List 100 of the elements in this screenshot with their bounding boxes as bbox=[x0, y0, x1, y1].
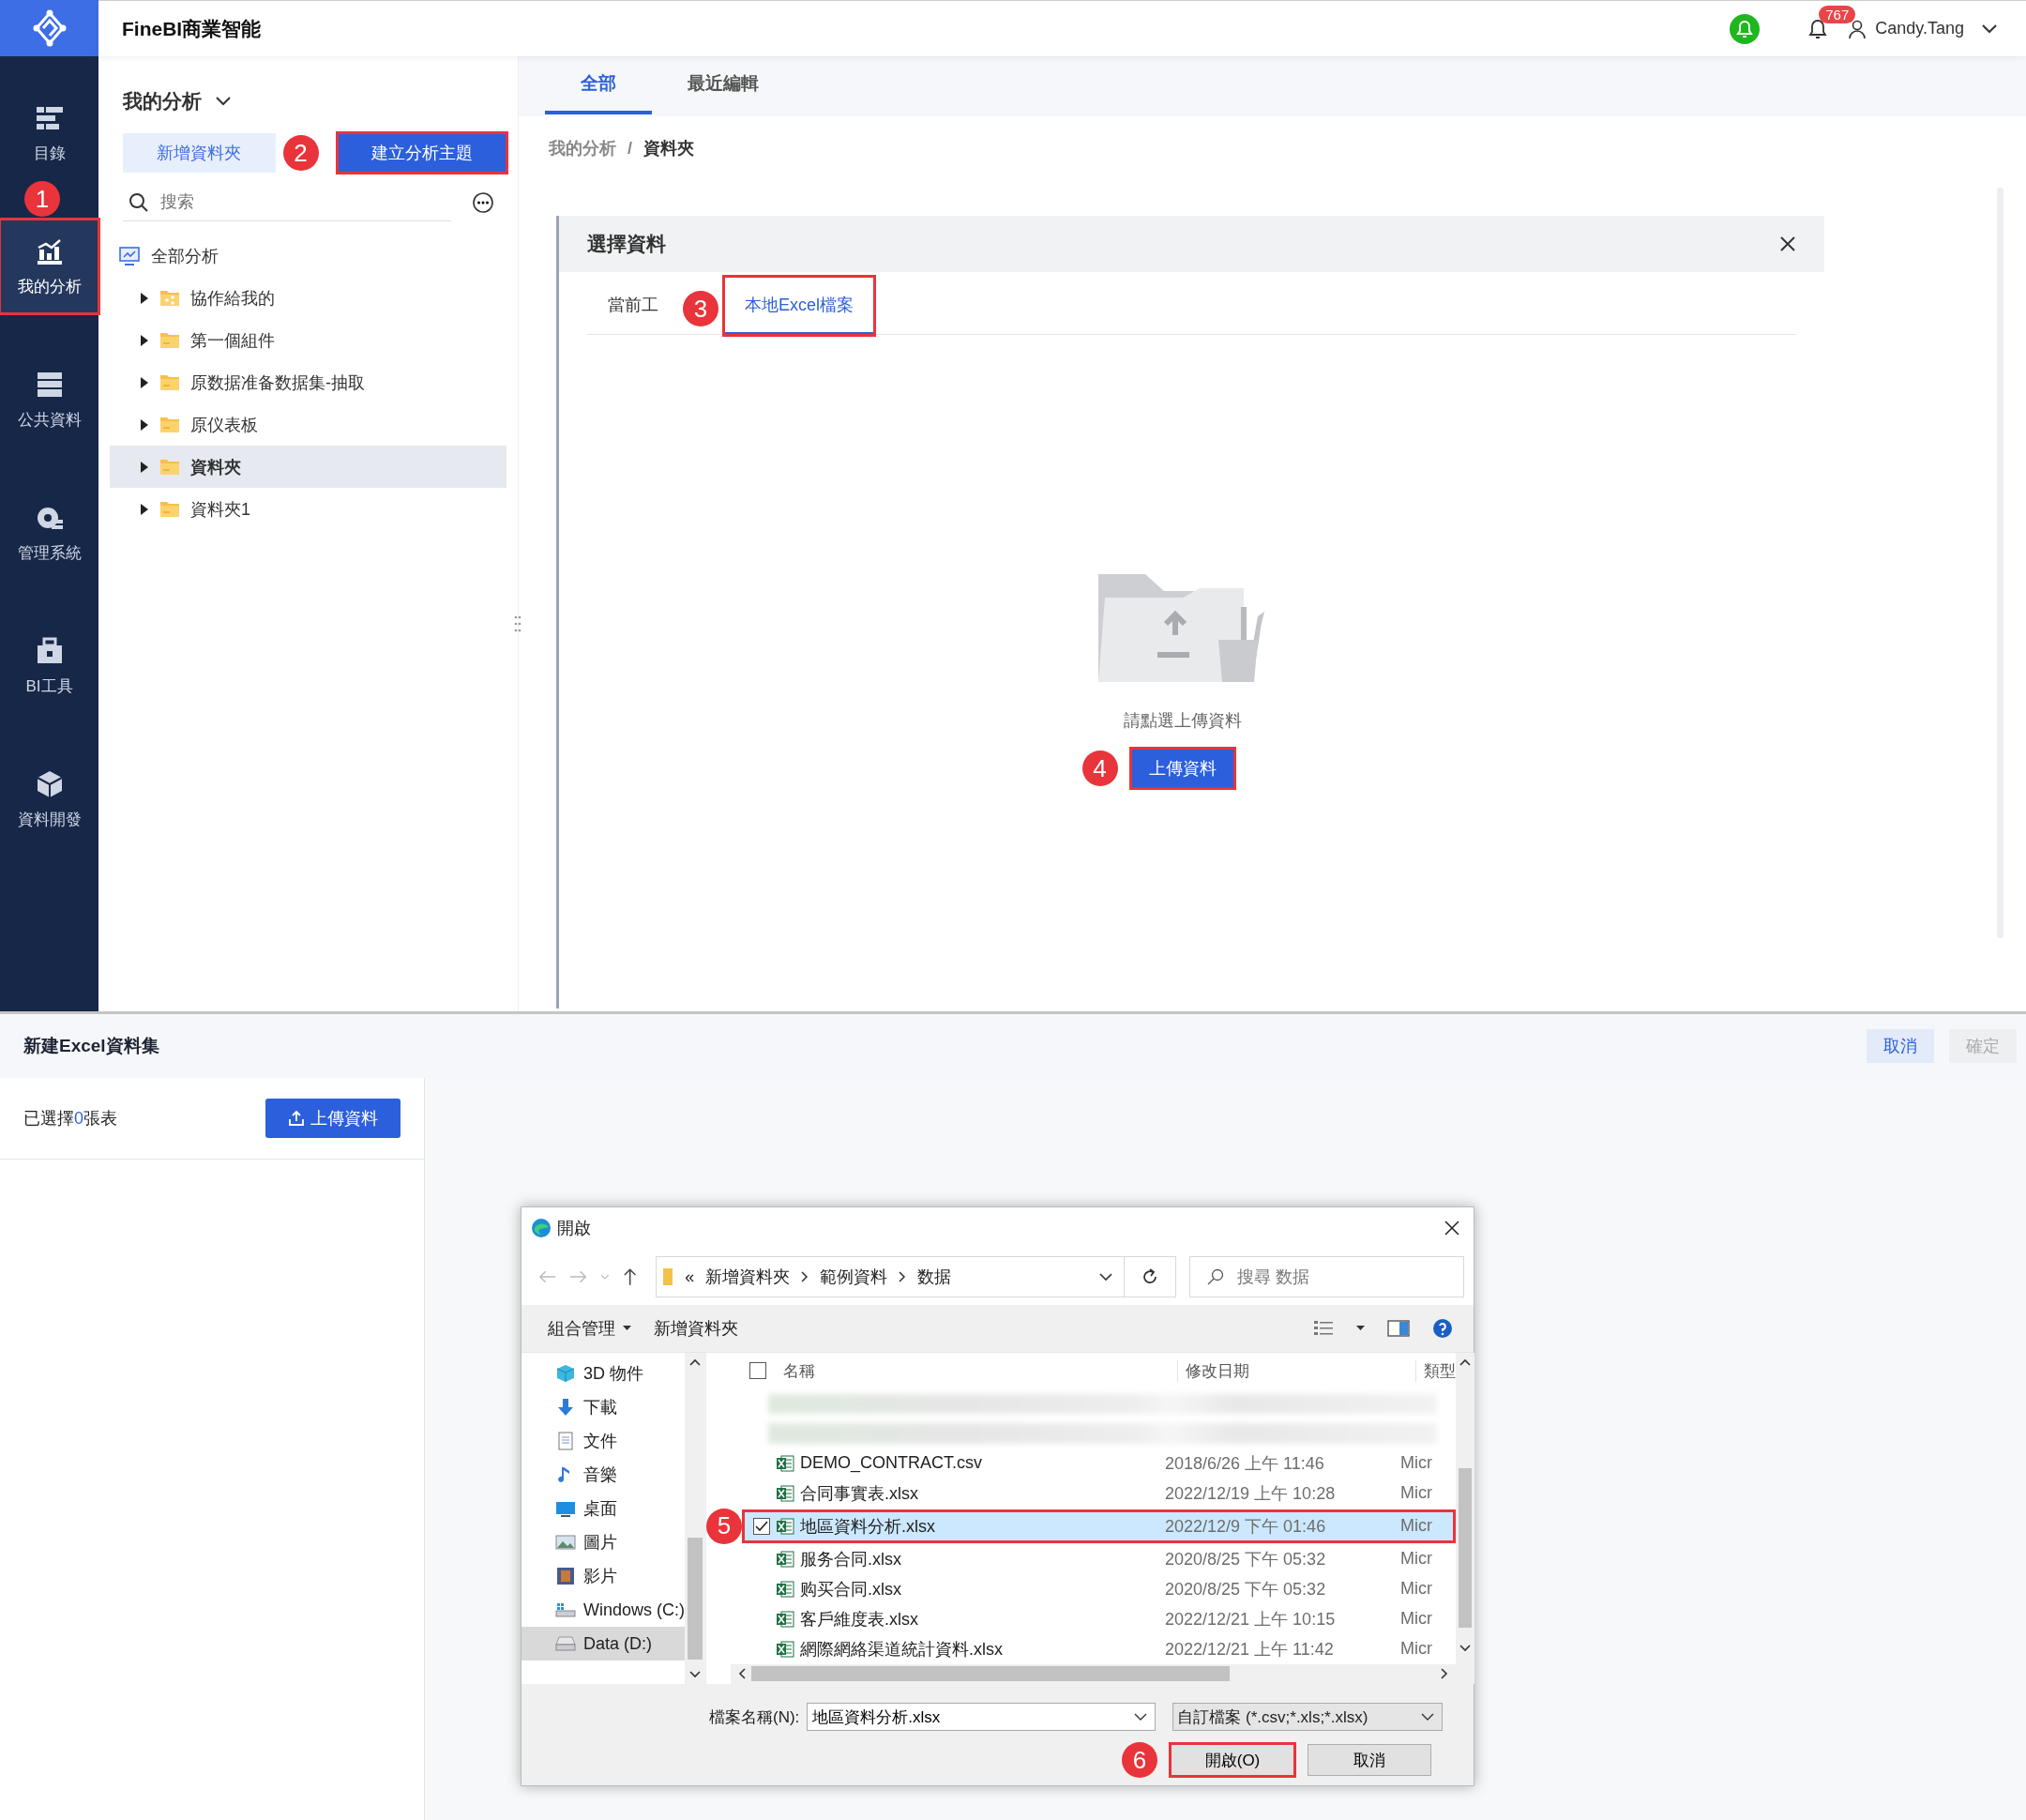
scroll-right-icon[interactable] bbox=[1441, 1668, 1448, 1680]
file-name-field[interactable]: 地區資料分析.xlsx bbox=[807, 1703, 1157, 1731]
upload-icon bbox=[288, 1110, 305, 1127]
file-type-dropdown[interactable]: 自訂檔案 (*.csv;*.xls;*.xlsx) bbox=[1172, 1703, 1444, 1731]
path-segment[interactable]: 新增資料夾 bbox=[705, 1266, 791, 1288]
nav-item[interactable]: 目錄 bbox=[0, 86, 98, 180]
user-name[interactable]: Candy.Tang bbox=[1875, 19, 1964, 38]
scroll-down-icon[interactable] bbox=[689, 1671, 701, 1678]
chevron-icon[interactable] bbox=[1981, 23, 1998, 35]
nav-item[interactable]: 影片 bbox=[522, 1559, 685, 1593]
preview-pane-icon[interactable] bbox=[1387, 1320, 1410, 1337]
download-arrow-icon bbox=[555, 1398, 576, 1417]
view-options-icon[interactable] bbox=[1313, 1319, 1334, 1338]
breadcrumb-link[interactable]: 我的分析 bbox=[549, 137, 616, 159]
drive-icon bbox=[555, 1600, 576, 1619]
path-segment[interactable]: 範例資料 bbox=[820, 1266, 888, 1288]
file-row[interactable]: DEMO_CONTRACT.csv 2018/6/26 上午 11:46 Micr bbox=[744, 1448, 1454, 1479]
organize-menu[interactable]: 組合管理 bbox=[548, 1317, 631, 1340]
nav-item[interactable]: 資料開發 bbox=[0, 752, 98, 846]
tab[interactable]: 當前工 bbox=[587, 277, 679, 335]
dialog-button[interactable]: 開啟(O) bbox=[1171, 1744, 1294, 1776]
dialog-button[interactable]: 取消 bbox=[1308, 1744, 1431, 1776]
nav-item[interactable]: 桌面 bbox=[522, 1492, 685, 1525]
tree-item[interactable]: 資料夾1 bbox=[110, 488, 506, 530]
file-row[interactable]: 網際網絡渠道統計資料.xlsx 2022/12/21 上午 11:42 Micr bbox=[744, 1633, 1454, 1664]
nav-item[interactable]: 3D 物件 bbox=[522, 1357, 685, 1390]
nav-item[interactable]: Data (D:) bbox=[522, 1627, 685, 1661]
tab[interactable]: 全部 bbox=[545, 56, 652, 114]
tree-item[interactable]: 資料夾 bbox=[110, 446, 506, 488]
tab[interactable]: 最近編輯 bbox=[652, 56, 794, 114]
expand-arrow-icon[interactable] bbox=[140, 461, 149, 473]
nav-item[interactable]: 圖片 bbox=[522, 1525, 685, 1559]
search-icon bbox=[129, 191, 149, 213]
expand-arrow-icon[interactable] bbox=[140, 503, 149, 515]
path-segment[interactable]: 数据 bbox=[917, 1266, 952, 1288]
file-name: 购买合同.xlsx bbox=[800, 1578, 902, 1600]
new-folder-button[interactable]: 新增資料夾 bbox=[123, 133, 276, 173]
expand-arrow-icon[interactable] bbox=[140, 334, 149, 346]
nav-item[interactable]: 文件 bbox=[522, 1424, 685, 1458]
tree-item[interactable]: 協作給我的 bbox=[110, 277, 506, 319]
file-name: 地區資料分析.xlsx bbox=[800, 1515, 936, 1538]
tree-item[interactable]: 原数据准备数据集-抽取 bbox=[110, 361, 506, 403]
up-arrow-icon[interactable] bbox=[622, 1267, 638, 1286]
nav-item[interactable]: Windows (C:) bbox=[522, 1593, 685, 1627]
spreadsheet-icon bbox=[776, 1516, 794, 1536]
nav-item[interactable]: BI工具 bbox=[0, 619, 98, 713]
tab[interactable]: 本地Excel檔案 bbox=[724, 277, 874, 335]
upload-button[interactable]: 上傳資料 bbox=[1130, 749, 1234, 788]
nav-item[interactable]: 我的分析 bbox=[0, 220, 98, 313]
tree-item[interactable]: 全部分析 bbox=[151, 244, 219, 267]
checkbox[interactable] bbox=[753, 1517, 770, 1535]
logo-icon[interactable] bbox=[0, 0, 98, 56]
nav-item[interactable]: 公共資料 bbox=[0, 353, 98, 447]
folder-icon bbox=[160, 374, 179, 390]
browser-icon bbox=[531, 1218, 552, 1238]
monitor-icon bbox=[119, 246, 140, 265]
caret-icon[interactable] bbox=[1356, 1326, 1365, 1331]
expand-arrow-icon[interactable] bbox=[140, 376, 149, 388]
action-button[interactable]: 取消 bbox=[1867, 1029, 1934, 1063]
upload-button[interactable]: 上傳資料 bbox=[265, 1099, 401, 1138]
chevron-icon[interactable] bbox=[215, 96, 232, 107]
chevron-icon bbox=[899, 1271, 907, 1282]
step-badge: 4 bbox=[1081, 751, 1118, 786]
file-date: 2022/12/19 上午 10:28 bbox=[1165, 1482, 1337, 1505]
more-icon[interactable] bbox=[472, 191, 494, 214]
expand-arrow-icon[interactable] bbox=[140, 292, 149, 304]
nav-item[interactable]: 音樂 bbox=[522, 1458, 685, 1492]
close-icon[interactable] bbox=[1444, 1220, 1460, 1236]
checkbox[interactable] bbox=[749, 1362, 766, 1380]
scroll-down-icon[interactable] bbox=[1459, 1645, 1471, 1652]
nav-item[interactable]: 管理系統 bbox=[0, 486, 98, 580]
expand-arrow-icon[interactable] bbox=[140, 418, 149, 431]
file-row[interactable]: 地區資料分析.xlsx 2022/12/9 下午 01:46 Micr bbox=[744, 1510, 1454, 1541]
help-icon[interactable] bbox=[1432, 1318, 1453, 1339]
column-header[interactable]: 名稱 bbox=[766, 1359, 1177, 1382]
file-name: 服务合同.xlsx bbox=[800, 1548, 902, 1570]
file-row[interactable]: 客戶維度表.xlsx 2022/12/21 上午 10:15 Micr bbox=[744, 1603, 1454, 1634]
file-row[interactable]: 购买合同.xlsx 2020/8/25 下午 05:32 Micr bbox=[744, 1573, 1454, 1604]
nav-item[interactable]: 下載 bbox=[522, 1390, 685, 1424]
file-type: Micr bbox=[1400, 1549, 1432, 1570]
panel-title[interactable]: 我的分析 bbox=[123, 88, 202, 114]
search-field[interactable]: 搜尋 数据 bbox=[1188, 1256, 1464, 1297]
file-row[interactable]: 服务合同.xlsx 2020/8/25 下午 05:32 Micr bbox=[744, 1543, 1454, 1574]
scroll-up-icon[interactable] bbox=[1459, 1358, 1471, 1366]
search-field[interactable]: 搜索 bbox=[159, 191, 425, 213]
folder-icon bbox=[662, 1267, 674, 1286]
toolbar-button[interactable]: 新增資料夾 bbox=[654, 1317, 738, 1340]
chevron-icon[interactable] bbox=[1098, 1272, 1112, 1282]
scroll-left-icon[interactable] bbox=[738, 1668, 746, 1680]
step-badge: 6 bbox=[1122, 1742, 1157, 1778]
file-row[interactable]: 合同事實表.xlsx 2022/12/19 上午 10:28 Micr bbox=[744, 1478, 1454, 1509]
column-header[interactable]: 修改日期 bbox=[1177, 1359, 1415, 1382]
resize-handle-icon[interactable] bbox=[514, 614, 522, 633]
tree-item[interactable]: 第一個組件 bbox=[110, 319, 506, 361]
scroll-up-icon[interactable] bbox=[689, 1358, 701, 1366]
create-topic-button[interactable]: 建立分析主題 bbox=[337, 133, 506, 173]
refresh-button[interactable] bbox=[1123, 1256, 1176, 1297]
close-icon[interactable] bbox=[1779, 235, 1796, 252]
tree-item[interactable]: 原仪表板 bbox=[110, 403, 506, 446]
address-bar[interactable]: « 新增資料夾 範例資料 数据 bbox=[656, 1256, 1125, 1297]
